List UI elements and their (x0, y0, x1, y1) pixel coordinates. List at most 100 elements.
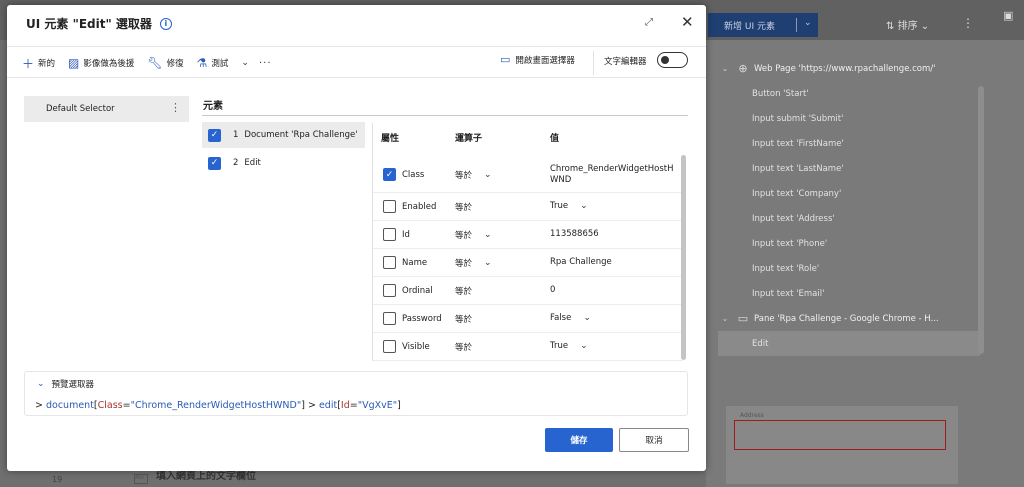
tree-item[interactable]: Input text 'Email' (718, 281, 980, 306)
attribute-checkbox[interactable] (383, 228, 396, 241)
element-row[interactable]: ✓ 1 Document 'Rpa Challenge' (202, 122, 365, 148)
tree-item[interactable]: Input text 'FirstName' (718, 131, 980, 156)
operator-select[interactable]: 等於 (455, 201, 472, 213)
element-preview-image: Address (726, 406, 958, 484)
attribute-checkbox[interactable] (383, 312, 396, 325)
image-fallback-button[interactable]: ▨ 影像做為後援 (68, 56, 134, 70)
test-button[interactable]: ⚗ 測試 (197, 56, 229, 70)
tree-item-label: Input text 'LastName' (752, 163, 844, 174)
dialog-title: UI 元素 "Edit" 選取器 i (26, 15, 172, 32)
preview-toggle[interactable]: ⌄ 預覽選取器 (37, 378, 94, 390)
attribute-value-text: True (550, 341, 569, 351)
operator-column-header: 運算子 (455, 134, 483, 144)
tree-item[interactable]: Input text 'Role' (718, 256, 980, 281)
operator-select[interactable]: 等於 (455, 285, 472, 297)
add-ui-element-button[interactable]: 新增 UI 元素 ⌄ (708, 13, 818, 37)
tree-item[interactable]: Button 'Start' (718, 81, 980, 106)
attribute-row-enabled: Enabled 等於 True ⌄ (373, 193, 683, 221)
tree-item[interactable]: Input text 'LastName' (718, 156, 980, 181)
text-editor-toggle[interactable] (657, 52, 688, 68)
code-prefix: > (35, 400, 46, 411)
operator-select[interactable]: 等於 ⌄ (455, 169, 492, 181)
element-checkbox[interactable]: ✓ (208, 156, 221, 170)
chevron-down-icon[interactable]: ⌄ (804, 18, 812, 28)
save-button[interactable]: 儲存 (545, 428, 613, 452)
attribute-checkbox[interactable]: ✓ (383, 168, 396, 181)
code-sep: > (304, 400, 319, 411)
operator-select[interactable]: 等於 ⌄ (455, 257, 492, 269)
cancel-button[interactable]: 取消 (619, 428, 689, 452)
chevron-down-icon[interactable]: ⌄ (484, 230, 492, 240)
selector-item-default[interactable]: Default Selector ⋮ (24, 96, 189, 122)
tree-item-label: Button 'Start' (752, 88, 809, 99)
tree-item[interactable]: Input text 'Phone' (718, 231, 980, 256)
more-horizontal-icon[interactable]: ··· (259, 58, 272, 69)
attributes-scrollbar[interactable] (681, 155, 686, 360)
info-icon[interactable]: i (159, 17, 172, 30)
chevron-down-icon[interactable]: ⌄ (580, 201, 588, 212)
tree-item[interactable]: ⌄ ⊕ Web Page 'https://www.rpachallenge.com… (718, 56, 980, 81)
attribute-value[interactable]: 113588656 (550, 229, 680, 240)
flask-icon: ⚗ (196, 56, 208, 70)
toolbar-separator (593, 51, 594, 75)
more-options-icon[interactable]: ⋮ (962, 16, 974, 30)
operator-select[interactable]: 等於 ⌄ (455, 229, 492, 241)
tree-item[interactable]: Input text 'Address' (718, 206, 980, 231)
attribute-name: Name (402, 257, 428, 268)
chevron-down-icon[interactable]: ⌄ (580, 341, 588, 352)
element-checkbox[interactable]: ✓ (208, 128, 221, 142)
attribute-name: Password (402, 313, 442, 324)
attribute-checkbox[interactable] (383, 284, 396, 297)
open-picker-label: 開啟畫面選擇器 (515, 55, 575, 66)
chevron-down-icon[interactable]: ⌄ (583, 313, 591, 324)
image-icon: ▨ (68, 56, 80, 70)
attributes-header: 屬性 運算子 值 (381, 131, 681, 144)
code-tag: edit (318, 400, 338, 411)
sort-label: 排序 (897, 21, 918, 32)
attribute-value[interactable]: Rpa Challenge (550, 257, 680, 268)
chevron-down-icon[interactable]: ⌄ (484, 170, 492, 180)
more-vertical-icon[interactable]: ⋮ (170, 101, 181, 114)
tree-item[interactable]: ⌄ ▭ Pane 'Rpa Challenge - Google Chrome - … (718, 306, 980, 331)
attribute-row-id: Id 等於 ⌄ 113588656 (373, 221, 683, 249)
chevron-down-icon[interactable]: ⌄ (484, 258, 492, 268)
attribute-row-visible: Visible 等於 True ⌄ (373, 333, 683, 361)
tree-scrollbar[interactable] (978, 86, 984, 354)
attribute-value[interactable]: Chrome_RenderWidgetHostH WND (550, 164, 680, 186)
operator-select[interactable]: 等於 (455, 313, 472, 325)
sort-button[interactable]: ⇅ 排序 ⌄ (886, 17, 929, 32)
attribute-value[interactable]: True ⌄ (550, 201, 680, 212)
selector-preview-text: > document[Class="Chrome_RenderWidgetHos… (35, 400, 401, 411)
tree-item-label: Input text 'Company' (752, 188, 842, 199)
expand-icon[interactable]: ⤢ (645, 17, 653, 28)
attribute-row-name: Name 等於 ⌄ Rpa Challenge (373, 249, 683, 277)
attribute-value[interactable]: 0 (550, 285, 680, 296)
attribute-checkbox[interactable] (383, 256, 396, 269)
step-number: 19 (52, 475, 63, 484)
element-row[interactable]: ✓ 2 Edit (202, 150, 365, 176)
chevron-down-icon[interactable]: ⌄ (718, 314, 732, 323)
attribute-checkbox[interactable] (383, 340, 396, 353)
tree-item[interactable]: Input text 'Company' (718, 181, 980, 206)
screenshot-icon[interactable]: ▣ (1003, 9, 1013, 22)
element-label: Edit (244, 158, 261, 168)
element-index: 1 (233, 130, 239, 140)
attribute-checkbox[interactable] (383, 200, 396, 213)
tree-item[interactable]: Edit (718, 331, 980, 356)
attribute-value[interactable]: True ⌄ (550, 341, 680, 352)
chevron-down-icon[interactable]: ⌄ (718, 64, 732, 73)
test-label: 測試 (211, 59, 229, 69)
text-editor-label: 文字編輯器 (604, 57, 647, 67)
repair-button[interactable]: 🔧︎ 修復 (147, 56, 183, 70)
open-screen-picker-button[interactable]: ▭ 開啟畫面選擇器 (500, 53, 575, 66)
tree-item[interactable]: Input submit 'Submit' (718, 106, 980, 131)
button-separator (796, 18, 797, 32)
close-icon[interactable]: ✕ (681, 13, 694, 31)
tree-item-label: Input text 'Phone' (752, 238, 828, 249)
attribute-value[interactable]: False ⌄ (550, 313, 680, 324)
plus-icon: ＋ (22, 56, 35, 71)
dialog-toolbar: ＋ 新的 ▨ 影像做為後援 🔧︎ 修復 ⚗ 測試 ⌄ ··· (22, 52, 272, 74)
chevron-down-icon[interactable]: ⌄ (241, 58, 249, 68)
new-selector-button[interactable]: ＋ 新的 (22, 55, 55, 72)
operator-select[interactable]: 等於 (455, 341, 472, 353)
